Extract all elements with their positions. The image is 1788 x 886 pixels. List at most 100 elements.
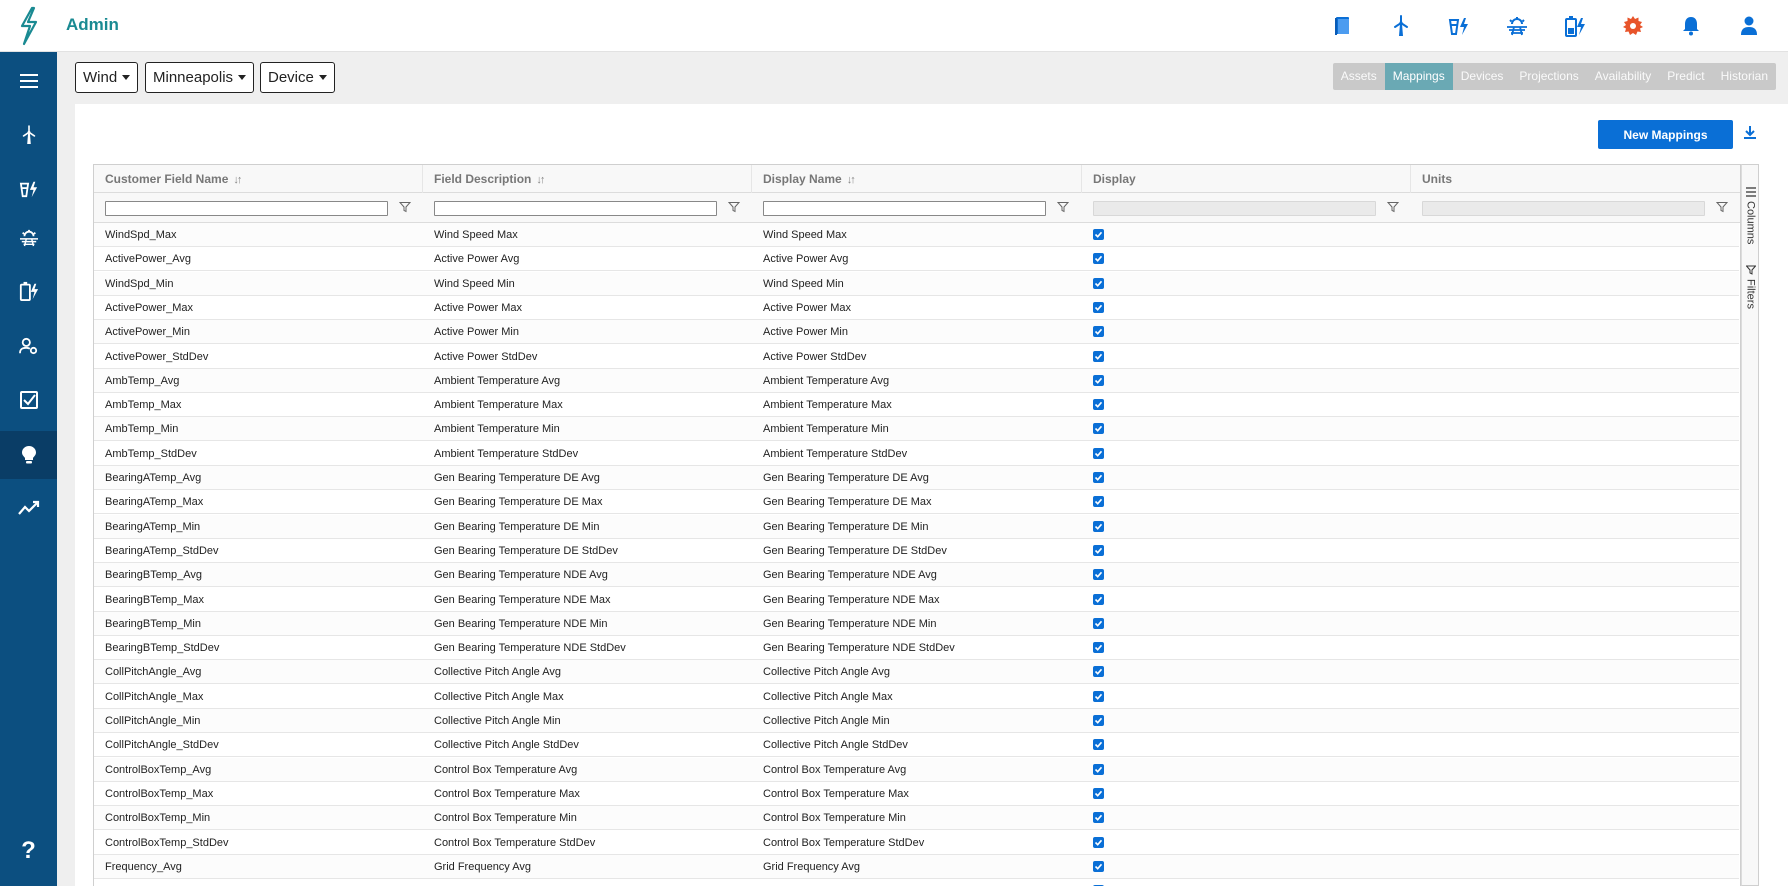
table-row[interactable]: ControlBoxTemp_Max Control Box Temperatur… <box>94 781 1739 806</box>
display-checkbox[interactable] <box>1093 836 1104 848</box>
display-checkbox[interactable] <box>1093 496 1104 508</box>
sort-icon[interactable]: ↓↑ <box>847 166 856 194</box>
site-dropdown[interactable]: Minneapolis <box>145 62 255 93</box>
display-checkbox[interactable] <box>1093 520 1104 532</box>
table-row[interactable]: ActivePower_Max Active Power Max Active Po… <box>94 295 1739 320</box>
level-dropdown[interactable]: Device <box>260 62 335 93</box>
display-checkbox[interactable] <box>1093 617 1104 629</box>
filter-input-display-name[interactable] <box>763 201 1046 216</box>
column-header-field-description[interactable]: Field Description ↓↑ <box>423 165 752 193</box>
display-checkbox[interactable] <box>1093 690 1104 702</box>
table-row[interactable]: ActivePower_StdDev Active Power StdDev Act… <box>94 344 1739 369</box>
tab-historian[interactable]: Historian <box>1713 63 1776 90</box>
table-row[interactable]: CollPitchAngle_Min Collective Pitch Angle… <box>94 709 1739 733</box>
sidebar-item-storage[interactable] <box>0 267 57 315</box>
filter-input-field-description[interactable] <box>434 201 717 216</box>
table-row[interactable]: CollPitchAngle_Avg Collective Pitch Angle… <box>94 660 1739 685</box>
display-checkbox[interactable] <box>1093 593 1104 605</box>
table-row[interactable]: CollPitchAngle_StdDev Collective Pitch An… <box>94 733 1739 758</box>
display-checkbox[interactable] <box>1093 739 1104 751</box>
sidebar-item-grid[interactable] <box>0 165 57 213</box>
table-row[interactable]: CollPitchAngle_Max Collective Pitch Angle… <box>94 684 1739 709</box>
filter-icon[interactable] <box>1715 200 1729 214</box>
grid-power-icon[interactable] <box>1430 0 1488 52</box>
display-checkbox[interactable] <box>1093 472 1104 483</box>
display-checkbox[interactable] <box>1093 812 1104 824</box>
filter-icon[interactable] <box>1056 200 1070 214</box>
display-checkbox[interactable] <box>1093 860 1104 872</box>
display-checkbox[interactable] <box>1093 326 1104 338</box>
tab-predict[interactable]: Predict <box>1659 63 1712 90</box>
table-row[interactable]: WindSpd_Min Wind Speed Min Wind Speed Min <box>94 271 1739 296</box>
display-checkbox[interactable] <box>1093 277 1104 289</box>
table-row[interactable]: ActivePower_Avg Active Power Avg Active Po… <box>94 247 1739 272</box>
display-checkbox[interactable] <box>1093 301 1104 313</box>
table-row[interactable]: WindSpd_Max Wind Speed Max Wind Speed Max <box>94 223 1739 247</box>
table-row[interactable]: BearingATemp_StdDev Gen Bearing Temperatu… <box>94 538 1739 563</box>
table-row[interactable]: ControlBoxTemp_Min Control Box Temperatur… <box>94 806 1739 831</box>
wind-turbine-icon[interactable] <box>1372 0 1430 52</box>
column-header-units[interactable]: Units <box>1411 165 1740 193</box>
table-row[interactable]: AmbTemp_Min Ambient Temperature Min Ambien… <box>94 417 1739 442</box>
display-checkbox[interactable] <box>1093 763 1104 775</box>
bell-icon[interactable] <box>1662 0 1720 52</box>
battery-icon[interactable] <box>1546 0 1604 52</box>
sort-icon[interactable]: ↓↑ <box>536 166 545 194</box>
tab-projections[interactable]: Projections <box>1511 63 1586 90</box>
table-row[interactable]: BearingBTemp_Avg Gen Bearing Temperature … <box>94 563 1739 588</box>
solar-icon[interactable] <box>1488 0 1546 52</box>
menu-icon[interactable] <box>0 57 57 105</box>
table-row[interactable]: BearingATemp_Max Gen Bearing Temperature … <box>94 490 1739 515</box>
display-checkbox[interactable] <box>1093 423 1104 435</box>
sidebar-item-tasks[interactable] <box>0 376 57 424</box>
display-checkbox[interactable] <box>1093 715 1104 726</box>
table-row[interactable]: Frequency_Avg Grid Frequency Avg Grid Freq… <box>94 854 1739 879</box>
table-row[interactable]: Frequency_MaxGrid Frequency MaxGrid Freq… <box>94 879 1739 886</box>
table-row[interactable]: AmbTemp_StdDev Ambient Temperature StdDev… <box>94 441 1739 466</box>
tab-availability[interactable]: Availability <box>1587 63 1659 90</box>
table-row[interactable]: BearingBTemp_Max Gen Bearing Temperature … <box>94 587 1739 612</box>
column-header-customer-field-name[interactable]: Customer Field Name ↓↑ <box>94 165 423 193</box>
display-checkbox[interactable] <box>1093 447 1104 459</box>
display-checkbox[interactable] <box>1093 666 1104 678</box>
brand-logo-icon[interactable] <box>0 0 57 52</box>
sidebar-item-users[interactable] <box>0 322 57 370</box>
table-row[interactable]: AmbTemp_Avg Ambient Temperature Avg Ambien… <box>94 368 1739 393</box>
user-icon[interactable] <box>1720 0 1778 52</box>
help-button[interactable]: ? <box>0 828 57 874</box>
display-checkbox[interactable] <box>1093 399 1104 411</box>
display-checkbox[interactable] <box>1093 350 1104 362</box>
tab-mappings[interactable]: Mappings <box>1384 63 1453 90</box>
sidebar-item-solar[interactable] <box>0 214 57 262</box>
column-header-display[interactable]: Display <box>1082 165 1411 193</box>
filter-icon[interactable] <box>1386 200 1400 214</box>
table-row[interactable]: AmbTemp_Max Ambient Temperature Max Ambien… <box>94 393 1739 418</box>
sidebar-item-trends[interactable] <box>0 484 57 532</box>
filter-icon[interactable] <box>727 200 741 214</box>
asset-type-dropdown[interactable]: Wind <box>75 62 139 93</box>
filter-input-customer-field-name[interactable] <box>105 201 388 216</box>
tab-devices[interactable]: Devices <box>1453 63 1512 90</box>
gear-icon[interactable] <box>1604 0 1662 52</box>
table-row[interactable]: BearingBTemp_StdDev Gen Bearing Temperatu… <box>94 636 1739 661</box>
new-mappings-button[interactable]: New Mappings <box>1598 120 1733 149</box>
book-icon[interactable] <box>1314 0 1372 52</box>
display-checkbox[interactable] <box>1093 787 1104 799</box>
display-checkbox[interactable] <box>1093 544 1104 556</box>
tab-assets[interactable]: Assets <box>1333 63 1385 90</box>
sidebar-item-insights[interactable] <box>0 431 57 479</box>
column-header-display-name[interactable]: Display Name ↓↑ <box>752 165 1082 193</box>
display-checkbox[interactable] <box>1093 253 1104 265</box>
table-row[interactable]: BearingATemp_Min Gen Bearing Temperature … <box>94 514 1739 539</box>
columns-panel-button[interactable]: Columns <box>1742 187 1759 244</box>
display-checkbox[interactable] <box>1093 374 1104 386</box>
display-checkbox[interactable] <box>1093 642 1104 654</box>
sidebar-item-wind[interactable] <box>0 111 57 159</box>
table-row[interactable]: BearingBTemp_Min Gen Bearing Temperature … <box>94 611 1739 636</box>
download-icon[interactable] <box>1742 124 1762 144</box>
display-checkbox[interactable] <box>1093 229 1104 240</box>
display-checkbox[interactable] <box>1093 569 1104 581</box>
table-row[interactable]: ControlBoxTemp_StdDev Control Box Tempera… <box>94 830 1739 855</box>
filter-icon[interactable] <box>398 200 412 214</box>
table-row[interactable]: ControlBoxTemp_Avg Control Box Temperatur… <box>94 757 1739 782</box>
